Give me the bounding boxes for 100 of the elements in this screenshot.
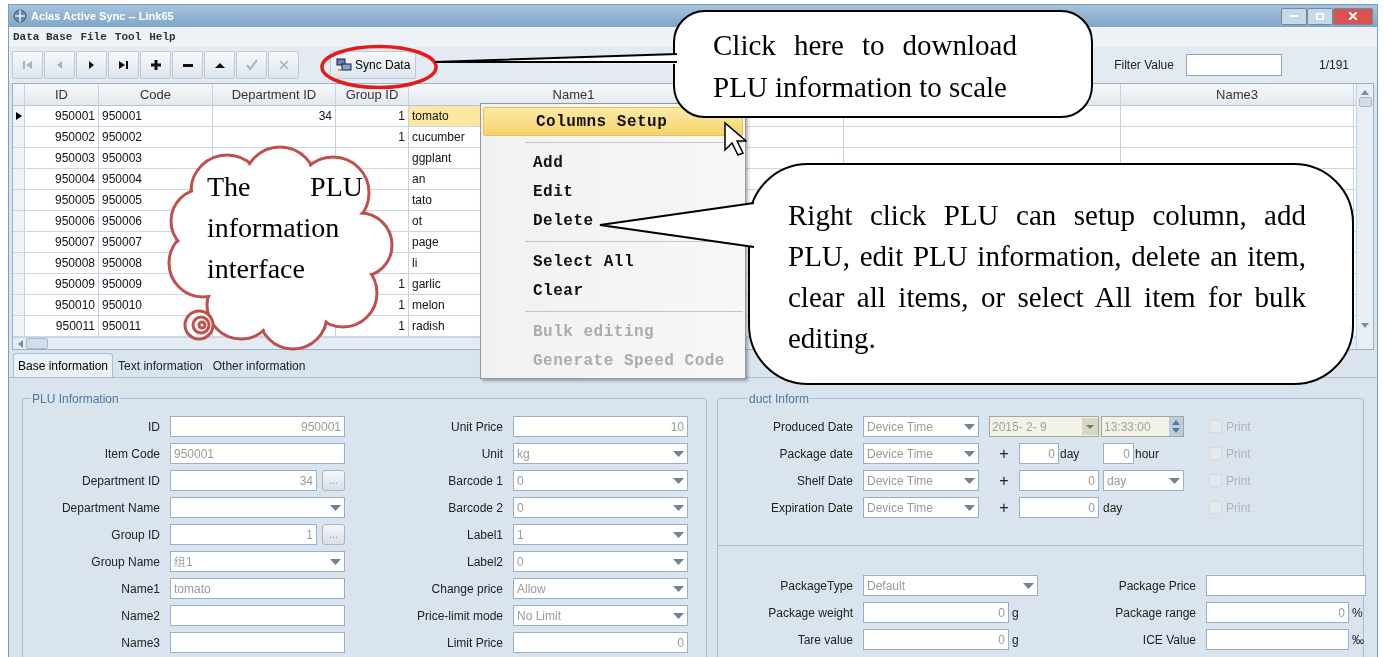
unit-label: % [1351,604,1363,622]
dropdown-value: day [1107,472,1127,490]
input-field[interactable]: 0 [863,602,1009,623]
dropdown[interactable]: day [1103,470,1184,491]
toolbar-button[interactable] [172,51,203,79]
input-field[interactable]: 10 [513,416,688,437]
dropdown[interactable]: Device Time [863,470,979,491]
menu-item[interactable]: Tool [114,28,142,46]
column-header[interactable]: Department ID [213,84,336,105]
first-icon [23,61,32,69]
dropdown[interactable]: Device Time [863,497,979,518]
scrollbar-thumb[interactable] [26,338,48,349]
up-arrow-icon[interactable] [1361,90,1369,95]
dropdown[interactable]: 组1 [170,551,345,572]
unit-label: day [1102,499,1123,517]
close-button[interactable] [1333,7,1373,25]
vertical-scrollbar[interactable] [1356,84,1373,349]
field-label: Department ID [80,472,161,490]
table-cell: 950004 [25,169,99,189]
dropdown[interactable]: 1 [513,524,688,545]
maximize-button[interactable] [1307,7,1333,25]
time-spinner[interactable]: 13:33:00 [1101,416,1184,437]
input-field[interactable]: tomato [170,578,345,599]
input-field[interactable]: 0 [1103,443,1134,464]
left-arrow-icon[interactable] [18,339,23,348]
current-row-icon [15,112,22,120]
column-header[interactable]: Code [99,84,213,105]
date-picker[interactable]: 2015- 2- 9 [989,416,1099,437]
table-cell: 950003 [25,148,99,168]
input-field[interactable]: 950001 [170,416,345,437]
dropdown[interactable] [170,497,345,518]
computers-icon [336,57,352,73]
field-label: Package Price [1117,577,1197,595]
menu-item[interactable]: Data Base [13,28,73,46]
close-icon [1349,12,1357,20]
menu-item[interactable]: File [80,28,107,46]
filter-value-field[interactable] [1185,54,1282,76]
field-label: Change price [430,580,504,598]
dropdown-value: 0 [517,472,524,490]
input-field[interactable] [170,632,345,653]
input-field[interactable]: 0 [1019,443,1059,464]
input-field[interactable]: 1 [170,524,317,545]
dropdown[interactable]: Default [863,575,1038,596]
input-field[interactable]: 0 [513,632,688,653]
input-field[interactable]: 0 [1019,497,1099,518]
scrollbar-thumb[interactable] [1358,97,1372,107]
caret-icon [673,477,684,484]
dropdown[interactable]: 0 [513,551,688,572]
column-header[interactable]: Name3 [1121,84,1354,105]
tab[interactable]: Other information [207,355,311,377]
menu-item[interactable]: Columns Setup [483,107,743,136]
input-field[interactable] [1206,575,1366,596]
field-label: ID [147,418,161,436]
row-header[interactable] [13,106,25,126]
minimize-button[interactable] [1281,7,1307,25]
callout-text: Right click PLU can setup column, add PLU, edit PLU information, delete an item, clear all items, or select All item for bulk editing. [788,198,1306,356]
input-field[interactable]: 0 [863,629,1009,650]
toolbar-button[interactable] [108,51,139,79]
lookup-button[interactable]: ... [322,470,345,491]
dropdown-value: Device Time [867,418,934,436]
down-arrow-icon[interactable] [1361,323,1369,328]
dropdown[interactable]: 0 [513,497,688,518]
field-label: Item Code [103,445,161,463]
dropdown[interactable]: Device Time [863,443,979,464]
field-label: PackageType [779,577,854,595]
field-label: Price-limit mode [416,607,504,625]
toolbar-button[interactable] [76,51,107,79]
toolbar-button[interactable] [140,51,171,79]
dropdown[interactable]: 0 [513,470,688,491]
sync-data-button[interactable]: Sync Data [330,51,417,79]
dropdown[interactable]: kg [513,443,688,464]
menu-item[interactable]: Help [149,28,176,46]
tab[interactable]: Base information [13,353,114,377]
dropdown-value: kg [517,445,530,463]
tab[interactable]: Text information [113,355,208,377]
table-cell: 950008 [25,253,99,273]
record-count: 1/191 [1318,57,1349,74]
close-icon [278,60,289,70]
table-cell: 950011 [25,316,99,336]
dropdown[interactable]: Allow [513,578,688,599]
input-field[interactable]: 0 [1206,602,1349,623]
input-field[interactable] [1206,629,1349,650]
input-field[interactable]: 34 [170,470,317,491]
caret-icon [964,504,975,511]
dropdown[interactable]: Device Time [863,416,979,437]
field-label: Unit Price [450,418,504,436]
dropdown-value: 0 [517,553,524,571]
input-field[interactable] [170,605,345,626]
plus-sign: + [998,497,1010,518]
dropdown[interactable]: No Limit [513,605,688,626]
lookup-button[interactable]: ... [322,524,345,545]
input-field[interactable]: 950001 [170,443,345,464]
column-header[interactable]: ID [25,84,99,105]
table-cell: 950006 [25,211,99,231]
caret-icon [673,504,684,511]
field-label: Package range [1114,604,1197,622]
toolbar-button[interactable] [204,51,235,79]
input-field[interactable]: 0 [1019,470,1099,491]
table-cell: 1 [336,127,409,147]
column-header[interactable]: Group ID [336,84,409,105]
